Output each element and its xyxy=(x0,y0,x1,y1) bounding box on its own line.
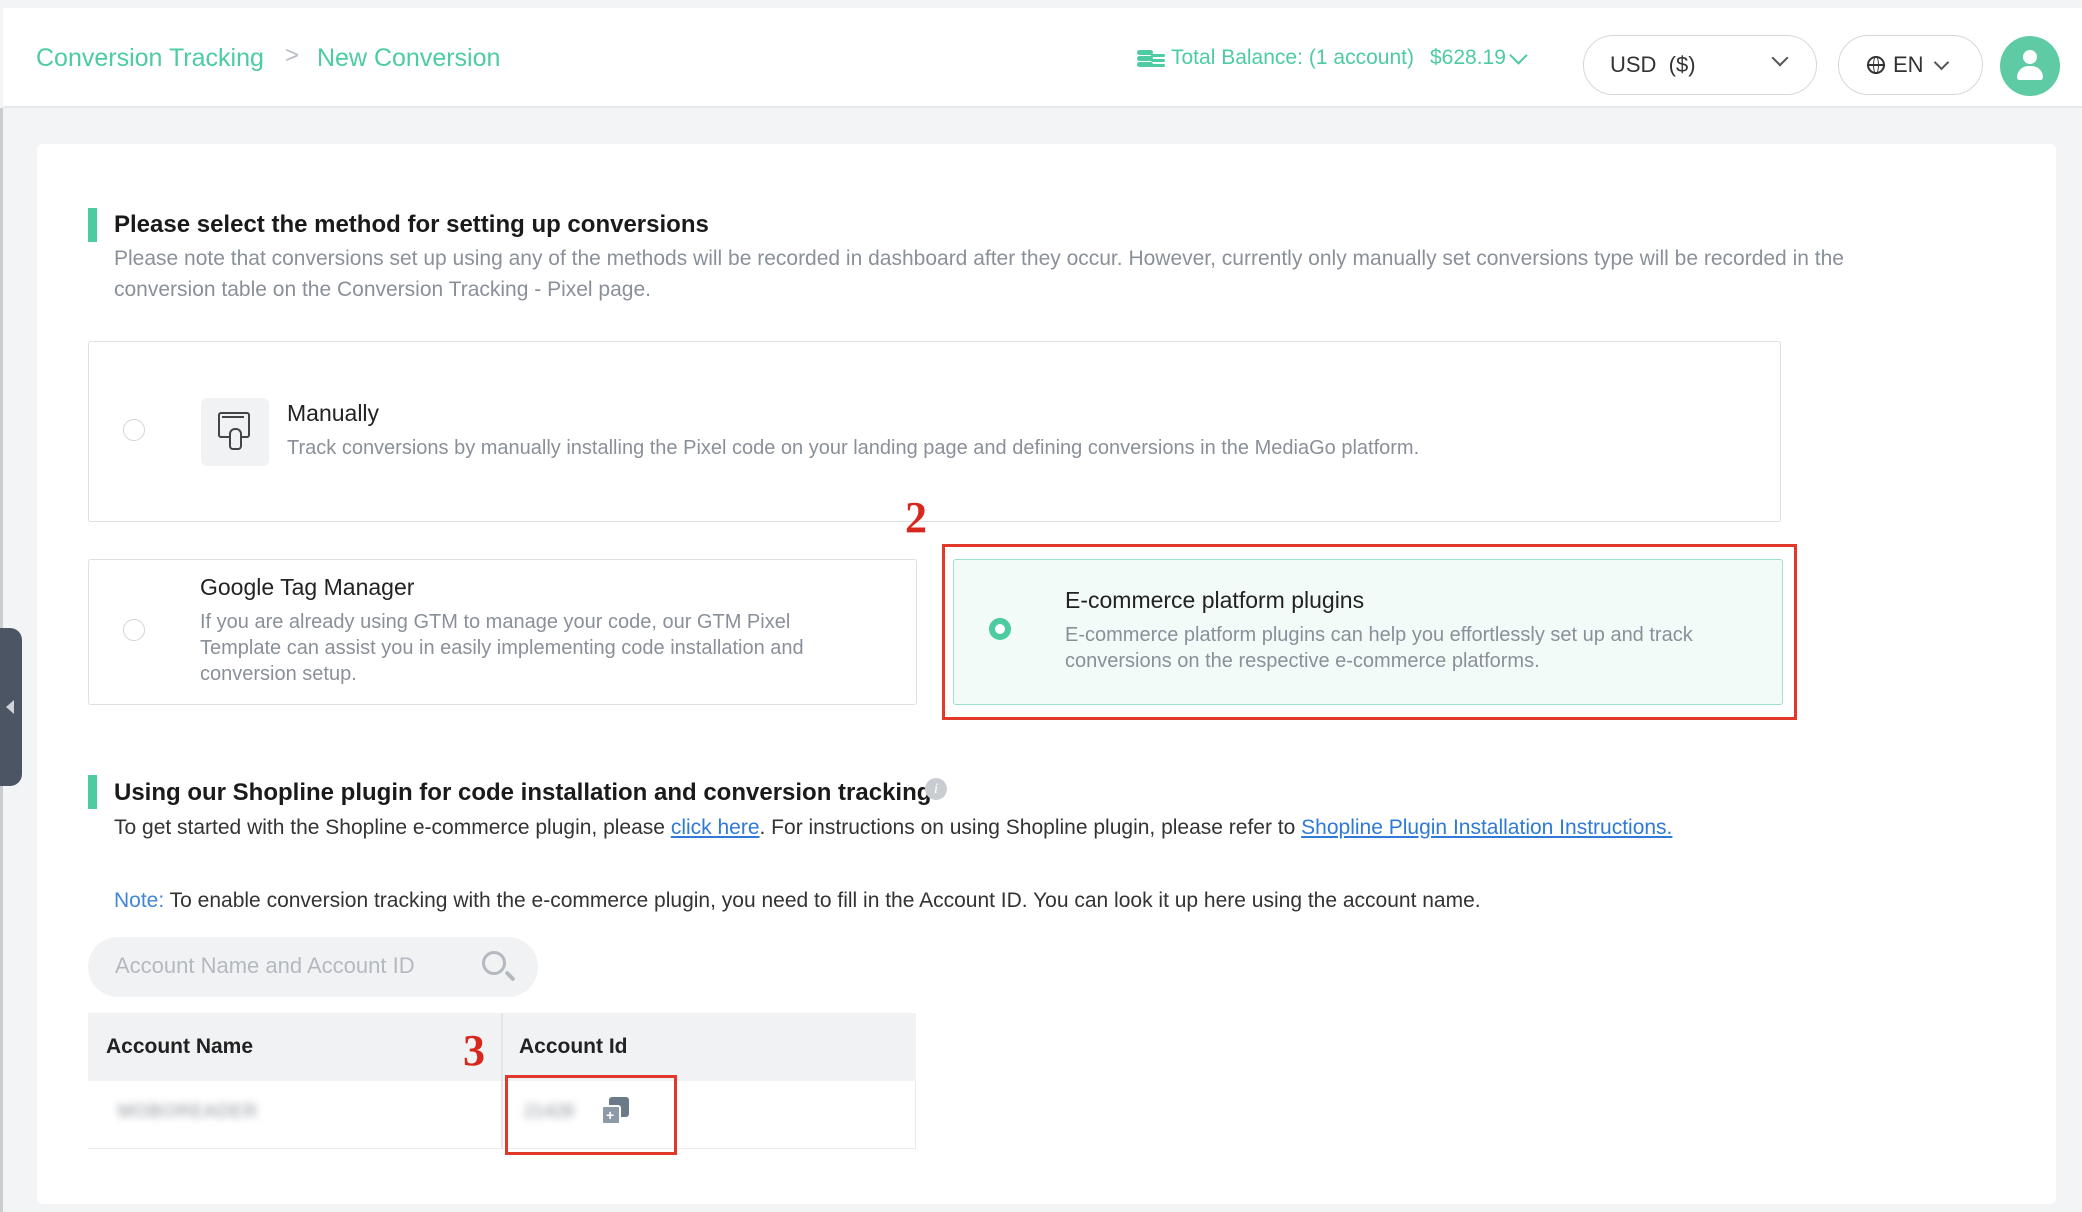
info-icon[interactable]: i xyxy=(925,778,947,800)
annotation-highlight-ecommerce xyxy=(942,544,1797,720)
option-manually[interactable]: Manually Track conversions by manually i… xyxy=(88,341,1781,522)
chevron-down-icon xyxy=(1771,49,1789,67)
option-gtm-title: Google Tag Manager xyxy=(200,574,415,600)
language-select[interactable]: EN xyxy=(1838,35,1983,95)
search-icon[interactable] xyxy=(482,951,506,975)
note-label: Note: xyxy=(114,889,165,912)
annotation-highlight-account-id xyxy=(505,1075,677,1155)
method-section-description-line2: conversion table on the Conversion Track… xyxy=(114,278,651,301)
currency-value: USD ($) xyxy=(1610,52,1696,77)
user-avatar[interactable] xyxy=(2000,36,2060,96)
radio-gtm[interactable] xyxy=(123,619,145,641)
intro-text-start: To get started with the Shopline e-comme… xyxy=(114,816,671,839)
breadcrumb-current: New Conversion xyxy=(317,44,501,72)
option-gtm-description-line3: conversion setup. xyxy=(200,663,357,685)
annotation-step-2: 2 xyxy=(905,493,927,542)
column-account-id: Account Id xyxy=(519,1035,628,1058)
intro-text-middle: . For instructions on using Shopline plu… xyxy=(759,816,1302,839)
method-section-description-line1: Please note that conversions set up usin… xyxy=(114,247,1844,270)
section-accent-bar xyxy=(88,208,97,242)
total-balance[interactable]: Total Balance: (1 account) $628.19 xyxy=(1137,45,1528,70)
section-accent-bar xyxy=(88,775,97,809)
breadcrumb-separator: > xyxy=(285,42,300,69)
method-section-title: Please select the method for setting up … xyxy=(114,211,709,238)
shopline-instructions-link[interactable]: Shopline Plugin Installation Instruction… xyxy=(1301,816,1672,839)
sidebar-collapse-toggle[interactable] xyxy=(0,628,22,786)
column-account-name: Account Name xyxy=(106,1035,254,1058)
option-manually-description: Track conversions by manually installing… xyxy=(287,437,1420,459)
pointer-screen-icon xyxy=(201,398,269,466)
account-name-cell: MOBOREADER xyxy=(118,1101,259,1121)
account-id-note: Note: To enable conversion tracking with… xyxy=(114,885,1481,916)
table-row: MOBOREADER 21428 + xyxy=(88,1081,916,1149)
note-text: To enable conversion tracking with the e… xyxy=(164,889,1481,912)
account-search-input[interactable]: Account Name and Account ID xyxy=(88,937,538,997)
coins-icon xyxy=(1137,50,1165,67)
account-table: Account Name Account Id MOBOREADER 21428… xyxy=(88,1013,916,1149)
balance-amount: $628.19 xyxy=(1429,46,1506,69)
plugin-section-intro: To get started with the Shopline e-comme… xyxy=(114,812,1672,843)
globe-icon xyxy=(1867,56,1885,74)
breadcrumb-conversion-tracking[interactable]: Conversion Tracking xyxy=(36,44,264,73)
search-placeholder: Account Name and Account ID xyxy=(115,953,415,978)
option-manually-title: Manually xyxy=(287,400,380,426)
plugin-section-title: Using our Shopline plugin for code insta… xyxy=(114,779,932,806)
top-strip xyxy=(0,0,2082,8)
radio-manually[interactable] xyxy=(123,419,145,441)
currency-select[interactable]: USD ($) xyxy=(1583,35,1817,95)
option-gtm-description-line2: Template can assist you in easily implem… xyxy=(200,637,804,659)
top-header: Conversion Tracking > New Conversion Tot… xyxy=(3,8,2082,108)
click-here-link[interactable]: click here xyxy=(671,816,760,839)
balance-label: Total Balance: xyxy=(1171,46,1303,69)
chevron-down-icon[interactable] xyxy=(1509,45,1528,65)
option-gtm-description-line1: If you are already using GTM to manage y… xyxy=(200,611,791,633)
balance-accounts: (1 account) xyxy=(1308,46,1414,69)
language-value: EN xyxy=(1893,52,1924,77)
option-google-tag-manager[interactable]: Google Tag Manager If you are already us… xyxy=(88,559,917,705)
annotation-step-3: 3 xyxy=(463,1026,485,1075)
chevron-down-icon xyxy=(1933,54,1949,70)
